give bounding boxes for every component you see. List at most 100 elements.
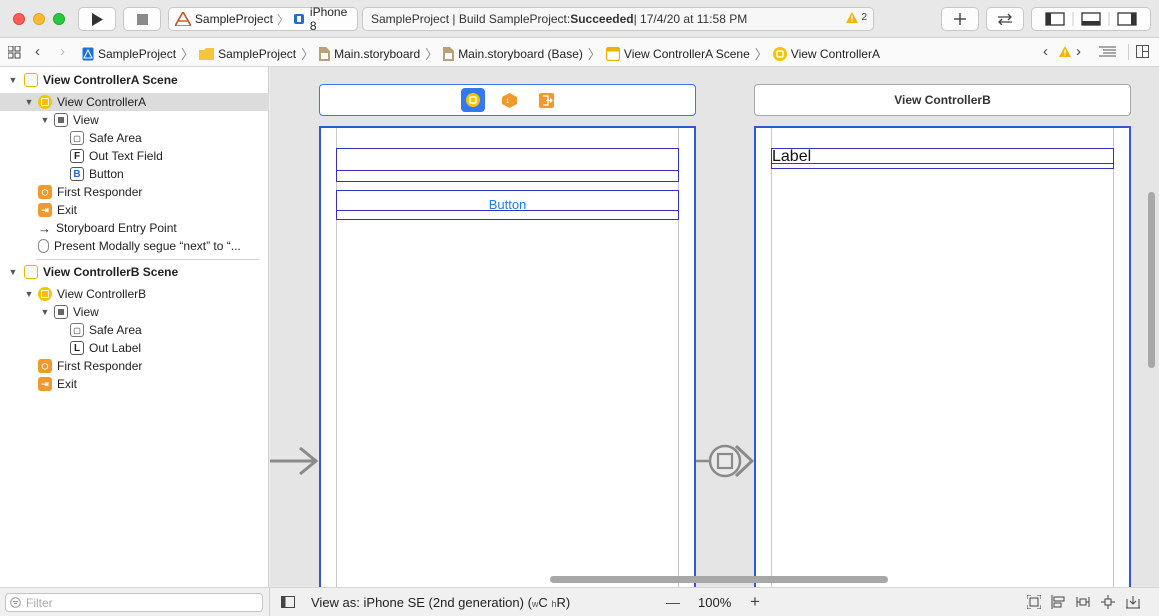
outline-row-exit-b[interactable]: ⇥ Exit [0,375,269,393]
editor-options-lines-icon[interactable] [1099,46,1116,61]
back-chevron-icon[interactable]: ‹ [35,43,40,60]
outline-row-view-b[interactable]: ▼ View [0,303,269,321]
breadcrumb-item-project[interactable]: SampleProject [82,47,176,61]
disclosure-triangle-icon[interactable]: ▼ [40,115,50,125]
outline-row-controller-b[interactable]: ▼ View ControllerB [0,285,269,303]
disclosure-triangle-icon[interactable]: ▼ [24,97,34,107]
breadcrumb-item-group[interactable]: SampleProject [199,47,296,61]
label-title: Label [772,148,812,165]
breadcrumb-item-controller[interactable]: View ControllerA [772,46,880,61]
zoom-window-button[interactable] [53,13,65,25]
outline-row-label[interactable]: L Out Label [0,339,269,357]
outline-row-view-a[interactable]: ▼ View [0,111,269,129]
project-file-icon [82,47,94,60]
breadcrumb-item-storyboard[interactable]: Main.storyboard [319,46,420,61]
canvas-bottom-bar: View as: iPhone SE (2nd generation) (wC … [270,587,1159,616]
minimize-window-button[interactable] [33,13,45,25]
filter-input[interactable] [5,593,263,612]
status-result: Succeeded [570,12,634,26]
add-constraints-icon[interactable] [1100,595,1115,609]
dock-exit-icon[interactable] [539,93,554,111]
label-icon: L [70,341,84,355]
outline-row-entry-point[interactable]: → Storyboard Entry Point [0,219,269,237]
canvas-button[interactable]: Button [336,190,679,220]
zoom-level: 100% [698,595,732,610]
dock-view-controller-icon[interactable] [461,88,485,112]
disclosure-triangle-icon[interactable]: ▼ [40,307,50,317]
outline-row-exit-a[interactable]: ⇥ Exit [0,201,269,219]
next-issue-icon[interactable]: › [1076,43,1081,60]
canvas-vertical-scrollbar[interactable] [1148,192,1155,368]
forward-chevron-icon[interactable]: › [60,43,65,60]
close-window-button[interactable] [13,13,25,25]
scene-a-dock[interactable]: 1 [319,84,696,116]
zoom-out-icon[interactable]: — [666,594,680,610]
add-editor-icon[interactable] [1136,45,1149,61]
view-as-device[interactable]: View as: iPhone SE (2nd generation) (wC … [311,595,570,610]
status-prefix: SampleProject | Build SampleProject: [371,12,571,26]
run-button[interactable] [78,7,116,31]
outline-row-text-field[interactable]: F Out Text Field [0,147,269,165]
outline-row-button[interactable]: B Button [0,165,269,183]
view-controller-icon [38,287,52,301]
resolve-issues-icon[interactable] [1125,595,1140,609]
view-icon [54,113,68,127]
outline-row-first-responder-a[interactable]: ⬡ First Responder [0,183,269,201]
safe-area-icon: ▢ [70,131,84,145]
view-controller-b-frame[interactable]: Label [754,126,1131,587]
outline-row-controller-a[interactable]: ▼ View ControllerA [0,93,269,111]
code-review-button[interactable] [986,7,1024,31]
segue-icon [38,239,49,253]
align-constraints-icon[interactable] [1075,595,1090,609]
dock-first-responder-icon[interactable]: 1 [502,93,517,111]
iphone-device-icon [293,14,304,24]
jumpbar-divider [1128,44,1129,60]
outline-row-scene-a[interactable]: ▼ View ControllerA Scene [0,71,269,89]
embed-in-stack-icon[interactable] [1050,595,1065,609]
outline-row-segue[interactable]: Present Modally segue “next” to “... [0,237,269,255]
canvas-horizontal-scrollbar[interactable] [550,576,888,583]
scheme-project-label: SampleProject [194,12,273,26]
toggle-outline-icon[interactable] [280,595,295,609]
warning-count: 2 [861,12,867,23]
outline-row-first-responder-b[interactable]: ⬡ First Responder [0,357,269,375]
swap-arrows-icon [998,13,1012,25]
view-controller-icon [772,46,787,61]
scheme-selector[interactable]: SampleProject 〉 iPhone 8 [168,5,358,33]
safe-area-icon: ▢ [70,323,84,337]
previous-issue-icon[interactable]: ‹ [1043,43,1048,60]
view-controller-a-frame[interactable]: Button [319,126,696,587]
stop-button[interactable] [123,7,161,31]
out-label[interactable]: Label [771,148,1114,169]
related-items-grid-icon[interactable] [7,45,21,62]
update-frames-icon[interactable] [1026,595,1041,609]
toggle-inspector-icon [1117,12,1137,26]
scene-b-dock[interactable]: View ControllerB [754,84,1131,116]
plus-icon [954,13,966,25]
issue-warning-icon[interactable] [1059,46,1071,60]
outline-row-scene-b[interactable]: ▼ View ControllerB Scene [0,263,269,281]
status-suffix: | 17/4/20 at 11:58 PM [633,12,748,26]
library-button[interactable] [941,7,979,31]
activity-status: SampleProject | Build SampleProject: Suc… [362,7,874,31]
outline-row-safe-area-a[interactable]: ▢ Safe Area [0,129,269,147]
breadcrumb: SampleProject 〉 SampleProject 〉 Main.sto… [82,44,880,63]
first-responder-icon: ⬡ [38,185,52,199]
view-controller-icon [38,95,52,109]
disclosure-triangle-icon[interactable]: ▼ [8,267,18,277]
panel-toggle-group [1031,7,1151,31]
breadcrumb-item-storyboard-base[interactable]: Main.storyboard (Base) [443,46,583,61]
disclosure-triangle-icon[interactable]: ▼ [24,289,34,299]
segue-arrow-icon[interactable] [696,443,754,479]
storyboard-canvas[interactable]: 1 View ControllerB Button Label [270,67,1159,587]
disclosure-triangle-icon[interactable]: ▼ [8,75,18,85]
out-text-field[interactable] [336,148,679,182]
breadcrumb-separator: 〉 [587,47,601,62]
outline-row-safe-area-b[interactable]: ▢ Safe Area [0,321,269,339]
warnings-badge[interactable]: 2 [846,12,867,23]
scheme-device-label: iPhone 8 [309,5,348,33]
zoom-in-icon[interactable]: + [750,592,760,612]
storyboard-entry-arrow-icon[interactable] [270,447,319,475]
breadcrumb-item-scene[interactable]: View ControllerA Scene [605,46,750,61]
exit-icon: ⇥ [38,377,52,391]
